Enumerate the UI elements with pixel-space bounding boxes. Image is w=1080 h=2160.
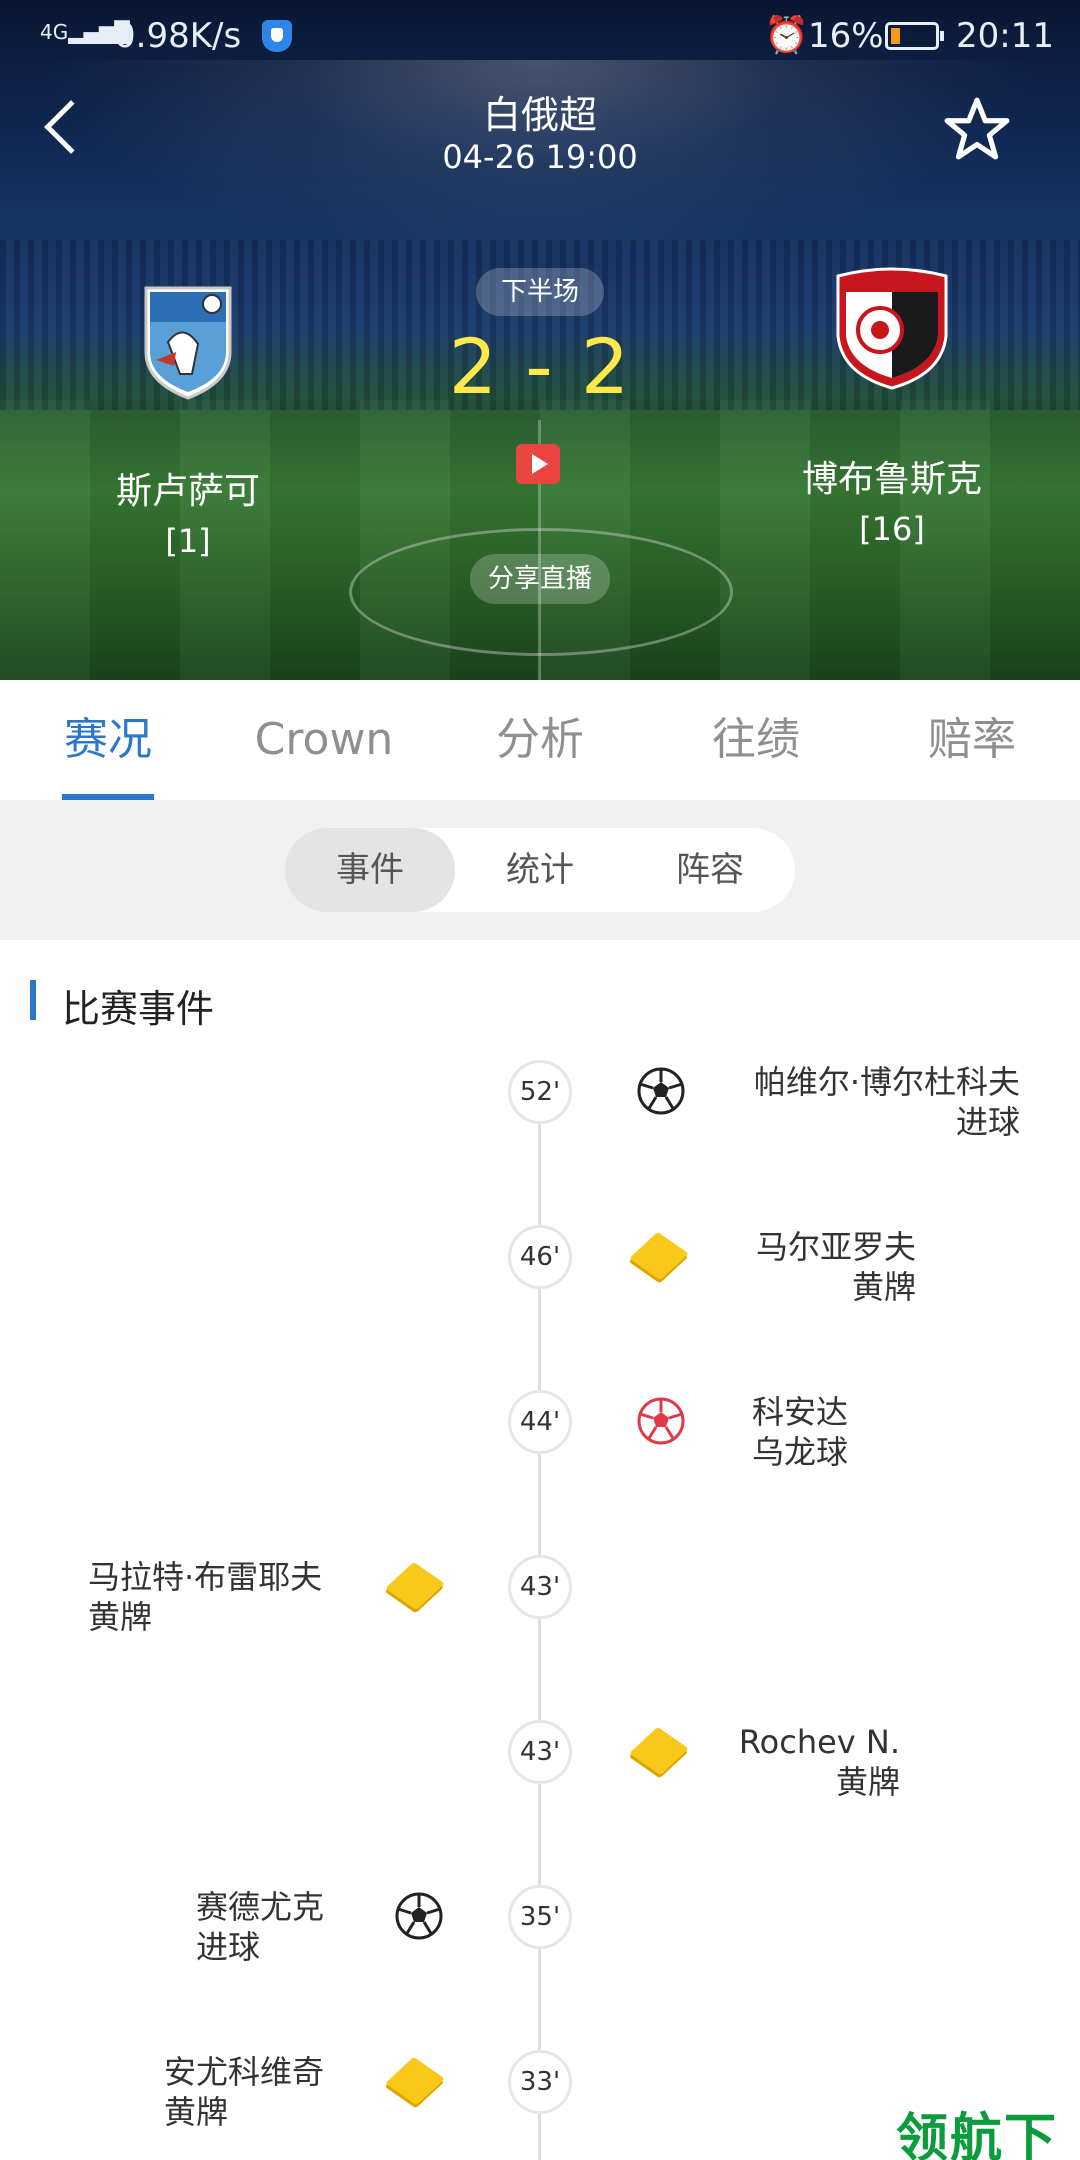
tab-history[interactable]: 往绩 (708, 680, 804, 800)
alarm-icon: ⏰ (764, 15, 809, 56)
event-item[interactable]: 43' Rochev N. 黄牌 (0, 1720, 1080, 1880)
match-score: 2 - 2 (448, 322, 632, 411)
tab-odds[interactable]: 赔率 (924, 680, 1020, 800)
event-minute: 52' (508, 1060, 572, 1124)
goal-icon (637, 1067, 685, 1115)
video-play-icon[interactable] (516, 444, 560, 484)
battery-icon (885, 22, 944, 50)
tab-analysis[interactable]: 分析 (492, 680, 588, 800)
tab-live[interactable]: 赛况 (62, 680, 154, 800)
event-text: Rochev N. 黄牌 (738, 1723, 900, 1801)
segment-stats[interactable]: 统计 (455, 828, 625, 912)
own-goal-icon (637, 1397, 685, 1445)
shield-icon (262, 20, 292, 52)
match-events-section: 比赛事件 52' 帕维尔·博尔杜科夫 进球 46' 马尔亚罗夫 黄牌 44' 科… (0, 940, 1080, 2160)
event-item[interactable]: 43' 马拉特·布雷耶夫 黄牌 (0, 1555, 1080, 1715)
away-team-rank: [16] (859, 510, 925, 548)
tab-bar: 赛况 Crown 分析 往绩 赔率 (0, 680, 1080, 800)
segment-container: 事件 统计 阵容 (0, 800, 1080, 940)
event-item[interactable]: 44' 科安达 乌龙球 (0, 1390, 1080, 1550)
segment-lineup[interactable]: 阵容 (625, 828, 795, 912)
event-text: 马拉特·布雷耶夫 黄牌 (88, 1558, 323, 1636)
share-live-button[interactable]: 分享直播 (470, 554, 610, 604)
battery-percent: 16% (808, 16, 884, 56)
event-text: 帕维尔·博尔杜科夫 进球 (753, 1063, 1020, 1141)
yellow-card-icon (629, 1726, 689, 1776)
event-text: 安尤科维奇 黄牌 (164, 2053, 325, 2131)
event-minute: 33' (508, 2050, 572, 2114)
event-item[interactable]: 52' 帕维尔·博尔杜科夫 进球 (0, 1060, 1080, 1220)
event-item[interactable]: 35' 赛德尤克 进球 (0, 1885, 1080, 2045)
event-text: 赛德尤克 进球 (196, 1888, 325, 1966)
network-speed: 0.98K/s (114, 16, 242, 56)
event-text: 科安达 乌龙球 (752, 1393, 849, 1471)
home-team-rank: [1] (165, 522, 211, 560)
event-text: 马尔亚罗夫 黄牌 (755, 1228, 916, 1306)
section-title: 比赛事件 (62, 987, 215, 1031)
yellow-card-icon (385, 1561, 445, 1611)
match-datetime: 04-26 19:00 (442, 138, 638, 176)
section-accent-bar (30, 980, 36, 1020)
yellow-card-icon (385, 2056, 445, 2106)
event-item[interactable]: 46' 马尔亚罗夫 黄牌 (0, 1225, 1080, 1385)
match-header: 4G▂▄▆█ 0.98K/s ⏰ 16% 20:11 白俄超 04-26 19:… (0, 0, 1080, 680)
segment-events[interactable]: 事件 (285, 828, 455, 912)
event-minute: 44' (508, 1390, 572, 1454)
tab-crown[interactable]: Crown (240, 680, 408, 800)
event-minute: 43' (508, 1720, 572, 1784)
watermark-logo: 领航下载 (896, 2109, 1059, 2160)
event-minute: 46' (508, 1225, 572, 1289)
goal-icon (395, 1892, 443, 1940)
away-team-name: 博布鲁斯克 (801, 459, 982, 500)
clock: 20:11 (956, 16, 1054, 56)
home-team-name: 斯卢萨可 (115, 471, 260, 512)
segment-control: 事件 统计 阵容 (285, 828, 795, 912)
match-period-badge: 下半场 (476, 268, 604, 316)
league-name: 白俄超 (482, 93, 597, 137)
event-minute: 43' (508, 1555, 572, 1619)
event-minute: 35' (508, 1885, 572, 1949)
status-bar: 4G▂▄▆█ 0.98K/s ⏰ 16% 20:11 (0, 0, 1080, 72)
